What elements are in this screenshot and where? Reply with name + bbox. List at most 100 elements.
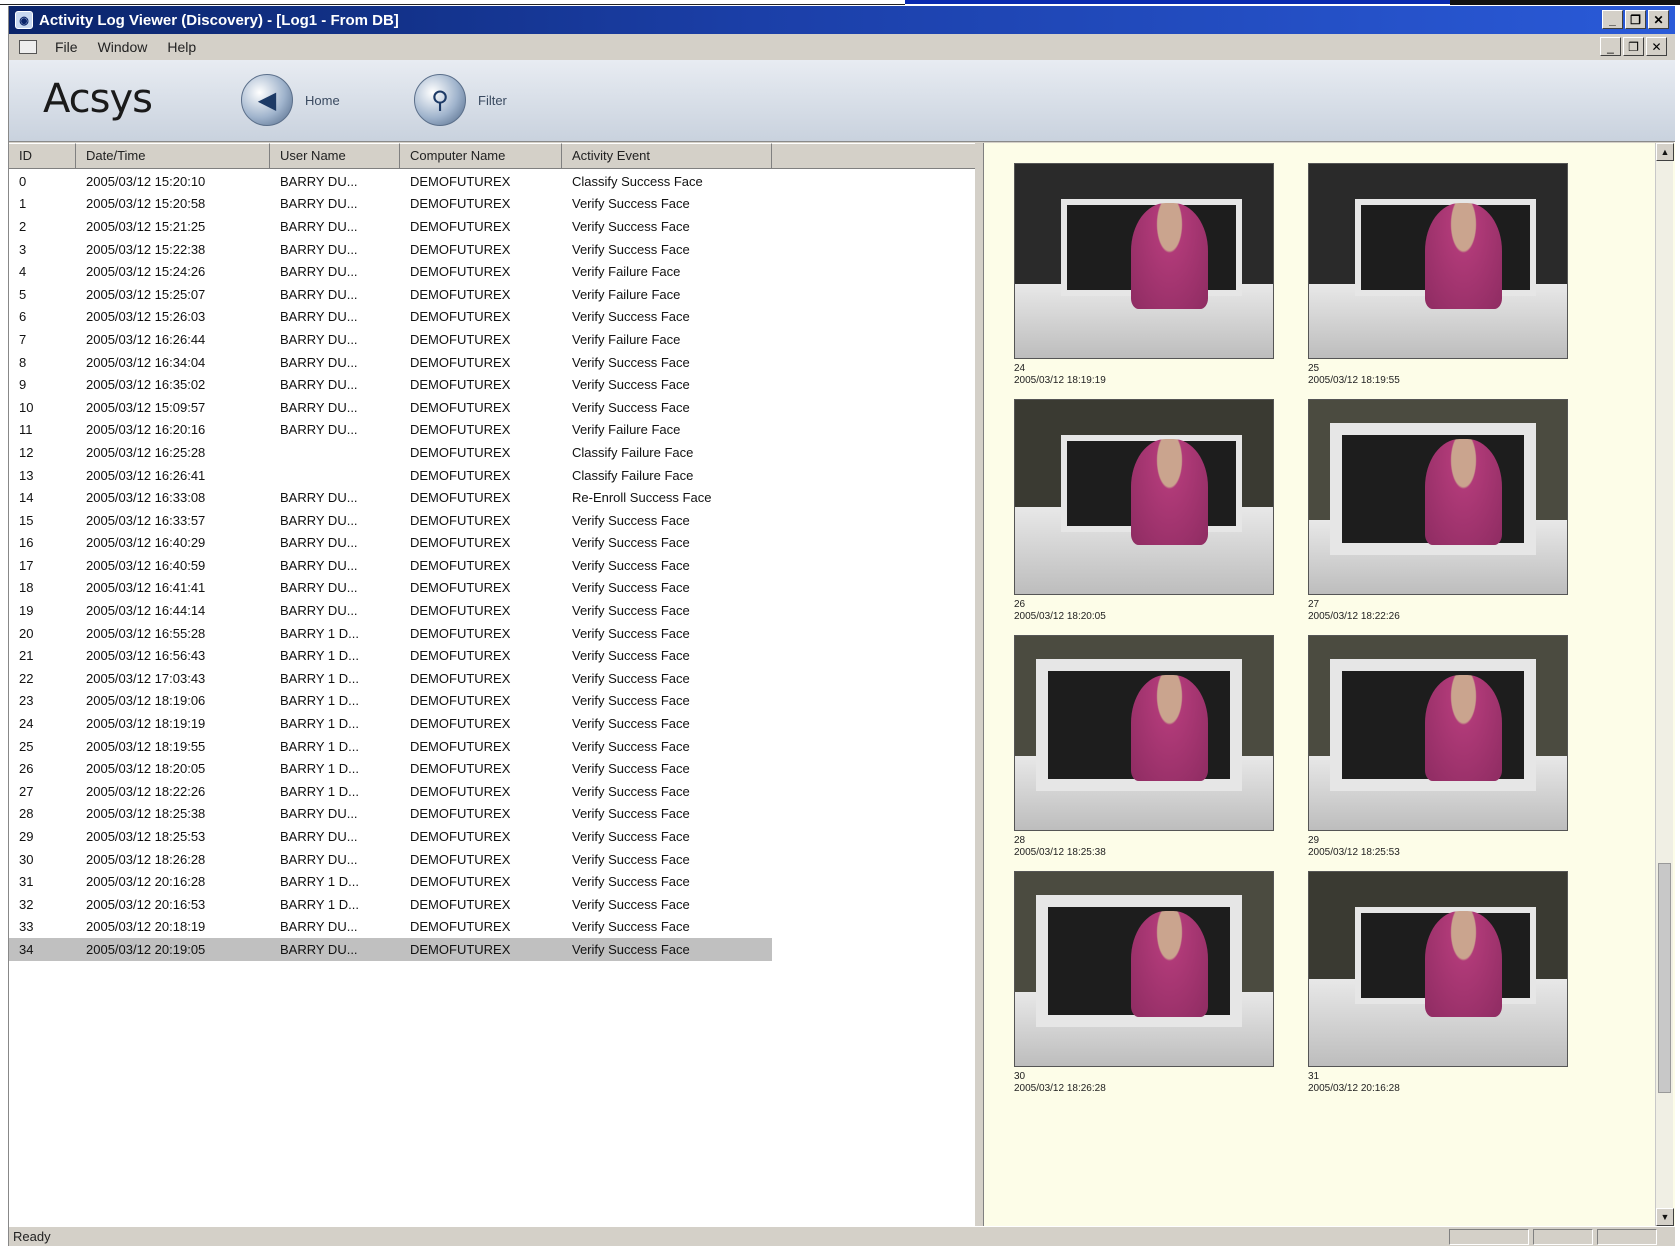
table-row[interactable]: 24 2005/03/12 18:19:19 BARRY 1 D... DEMOFUT… xyxy=(9,712,975,735)
activity-log-grid[interactable]: ID Date/Time User Name Computer Name Act… xyxy=(9,143,979,1226)
cell-username: BARRY DU... xyxy=(280,399,358,415)
close-button[interactable]: ✕ xyxy=(1648,10,1669,29)
cell-username: BARRY DU... xyxy=(280,557,358,573)
table-row[interactable]: 9 2005/03/12 16:35:02 BARRY DU... DEMOFUTUR… xyxy=(9,373,975,396)
face-thumbnail[interactable]: 28 2005/03/12 18:25:38 xyxy=(1014,635,1274,859)
cell-activityevent: Verify Success Face xyxy=(572,829,690,845)
table-row[interactable]: 33 2005/03/12 20:18:19 BARRY DU... DEMOFUTU… xyxy=(9,916,975,939)
face-thumbnail[interactable]: 29 2005/03/12 18:25:53 xyxy=(1308,635,1568,859)
cell-username: BARRY 1 D... xyxy=(280,670,359,686)
table-row[interactable]: 31 2005/03/12 20:16:28 BARRY 1 D... DEMOFUT… xyxy=(9,870,975,893)
table-row[interactable]: 11 2005/03/12 16:20:16 BARRY DU... DEMOFUTU… xyxy=(9,419,975,442)
column-header-computername[interactable]: Computer Name xyxy=(400,143,562,169)
cell-datetime: 2005/03/12 16:41:41 xyxy=(86,580,206,596)
cell-computername: DEMOFUTUREX xyxy=(410,309,511,325)
home-icon: ◀ xyxy=(241,74,293,126)
cell-username: BARRY DU... xyxy=(280,354,358,370)
table-row[interactable]: 23 2005/03/12 18:19:06 BARRY 1 D... DEMOFUT… xyxy=(9,690,975,713)
table-row[interactable]: 3 2005/03/12 15:22:38 BARRY DU... DEMOFUTUR… xyxy=(9,238,975,261)
table-row[interactable]: 10 2005/03/12 15:09:57 BARRY DU... DEMOFUTU… xyxy=(9,396,975,419)
menu-window[interactable]: Window xyxy=(88,39,158,55)
table-row[interactable]: 5 2005/03/12 15:25:07 BARRY DU... DEMOFUTUR… xyxy=(9,283,975,306)
table-row[interactable]: 7 2005/03/12 16:26:44 BARRY DU... DEMOFUTUR… xyxy=(9,328,975,351)
cell-username: BARRY DU... xyxy=(280,218,358,234)
table-row[interactable]: 30 2005/03/12 18:26:28 BARRY DU... DEMOFUTU… xyxy=(9,848,975,871)
table-row[interactable]: 12 2005/03/12 16:25:28 DEMOFUTUREX Classify… xyxy=(9,441,975,464)
cell-datetime: 2005/03/12 18:20:05 xyxy=(86,761,206,777)
cell-activityevent: Verify Success Face xyxy=(572,603,690,619)
cell-datetime: 2005/03/12 20:16:28 xyxy=(86,874,206,890)
scroll-thumb[interactable] xyxy=(1658,863,1671,1093)
face-thumbnail[interactable]: 27 2005/03/12 18:22:26 xyxy=(1308,399,1568,623)
thumbnail-caption: 31 2005/03/12 20:16:28 xyxy=(1308,1071,1568,1095)
table-row[interactable]: 0 2005/03/12 15:20:10 BARRY DU... DEMOFUTUR… xyxy=(9,170,975,193)
table-row[interactable]: 34 2005/03/12 20:19:05 BARRY DU... DEMOFUTU… xyxy=(9,938,772,961)
thumbnail-scrollbar[interactable]: ▲ ▼ xyxy=(1655,143,1674,1226)
table-row[interactable]: 22 2005/03/12 17:03:43 BARRY 1 D... DEMOFUT… xyxy=(9,667,975,690)
table-row[interactable]: 28 2005/03/12 18:25:38 BARRY DU... DEMOFUTU… xyxy=(9,803,975,826)
cell-username: BARRY 1 D... xyxy=(280,625,359,641)
column-header-id[interactable]: ID xyxy=(9,143,76,169)
table-row[interactable]: 6 2005/03/12 15:26:03 BARRY DU... DEMOFUTUR… xyxy=(9,306,975,329)
table-row[interactable]: 4 2005/03/12 15:24:26 BARRY DU... DEMOFUTUR… xyxy=(9,260,975,283)
cell-id: 12 xyxy=(19,444,34,460)
table-row[interactable]: 8 2005/03/12 16:34:04 BARRY DU... DEMOFUTUR… xyxy=(9,351,975,374)
column-header-filler xyxy=(772,143,975,169)
scroll-up-arrow-icon[interactable]: ▲ xyxy=(1656,143,1674,161)
title-bar[interactable]: ◉ Activity Log Viewer (Discovery) - [Log… xyxy=(9,6,1675,34)
cell-username: BARRY 1 D... xyxy=(280,761,359,777)
cell-datetime: 2005/03/12 16:44:14 xyxy=(86,603,206,619)
face-thumbnail[interactable]: 30 2005/03/12 18:26:28 xyxy=(1014,871,1274,1095)
document-icon[interactable] xyxy=(19,40,37,54)
table-row[interactable]: 1 2005/03/12 15:20:58 BARRY DU... DEMOFUTUR… xyxy=(9,193,975,216)
scroll-down-arrow-icon[interactable]: ▼ xyxy=(1656,1208,1674,1226)
child-minimize-button[interactable]: _ xyxy=(1600,37,1621,56)
face-thumbnail[interactable]: 25 2005/03/12 18:19:55 xyxy=(1308,163,1568,387)
cell-id: 2 xyxy=(19,218,27,234)
cell-id: 34 xyxy=(19,941,34,957)
face-thumbnail[interactable]: 26 2005/03/12 18:20:05 xyxy=(1014,399,1274,623)
face-thumbnail[interactable]: 31 2005/03/12 20:16:28 xyxy=(1308,871,1568,1095)
cell-computername: DEMOFUTUREX xyxy=(410,196,511,212)
face-thumbnail[interactable]: 24 2005/03/12 18:19:19 xyxy=(1014,163,1274,387)
cell-datetime: 2005/03/12 15:22:38 xyxy=(86,241,206,257)
table-row[interactable]: 18 2005/03/12 16:41:41 BARRY DU... DEMOFUTU… xyxy=(9,577,975,600)
column-header-username[interactable]: User Name xyxy=(270,143,400,169)
captured-face-photo xyxy=(1308,399,1568,595)
table-row[interactable]: 20 2005/03/12 16:55:28 BARRY 1 D... DEMOFUT… xyxy=(9,622,975,645)
table-row[interactable]: 29 2005/03/12 18:25:53 BARRY DU... DEMOFUTU… xyxy=(9,825,975,848)
cell-id: 4 xyxy=(19,264,27,280)
home-tool-button[interactable]: ◀ Home xyxy=(241,74,340,126)
table-row[interactable]: 14 2005/03/12 16:33:08 BARRY DU... DEMOFUTU… xyxy=(9,486,975,509)
table-row[interactable]: 27 2005/03/12 18:22:26 BARRY 1 D... DEMOFUT… xyxy=(9,780,975,803)
menu-file[interactable]: File xyxy=(45,39,88,55)
table-row[interactable]: 16 2005/03/12 16:40:29 BARRY DU... DEMOFUTU… xyxy=(9,532,975,555)
cell-activityevent: Verify Success Face xyxy=(572,648,690,664)
child-restore-button[interactable]: ❐ xyxy=(1623,37,1644,56)
table-row[interactable]: 19 2005/03/12 16:44:14 BARRY DU... DEMOFUTU… xyxy=(9,599,975,622)
table-row[interactable]: 2 2005/03/12 15:21:25 BARRY DU... DEMOFUTUR… xyxy=(9,215,975,238)
thumbnail-pane[interactable]: 24 2005/03/12 18:19:19 25 2005/03/12 18:19:… xyxy=(983,143,1675,1226)
table-row[interactable]: 32 2005/03/12 20:16:53 BARRY 1 D... DEMOFUT… xyxy=(9,893,975,916)
table-row[interactable]: 26 2005/03/12 18:20:05 BARRY 1 D... DEMOFUT… xyxy=(9,757,975,780)
filter-tool-button[interactable]: ⚲ Filter xyxy=(414,74,507,126)
table-row[interactable]: 15 2005/03/12 16:33:57 BARRY DU... DEMOFUTU… xyxy=(9,509,975,532)
cell-username: BARRY 1 D... xyxy=(280,648,359,664)
thumbnail-caption: 26 2005/03/12 18:20:05 xyxy=(1014,599,1274,623)
cell-computername: DEMOFUTUREX xyxy=(410,218,511,234)
column-header-activityevent[interactable]: Activity Event xyxy=(562,143,772,169)
column-header-datetime[interactable]: Date/Time xyxy=(76,143,270,169)
cell-activityevent: Verify Success Face xyxy=(572,896,690,912)
restore-button[interactable]: ❐ xyxy=(1625,10,1646,29)
cell-activityevent: Verify Failure Face xyxy=(572,286,681,302)
child-close-button[interactable]: ✕ xyxy=(1646,37,1667,56)
cell-activityevent: Verify Failure Face xyxy=(572,331,681,347)
cell-activityevent: Verify Success Face xyxy=(572,512,690,528)
table-row[interactable]: 17 2005/03/12 16:40:59 BARRY DU... DEMOFUTU… xyxy=(9,554,975,577)
table-row[interactable]: 25 2005/03/12 18:19:55 BARRY 1 D... DEMOFUT… xyxy=(9,735,975,758)
cell-activityevent: Verify Success Face xyxy=(572,851,690,867)
minimize-button[interactable]: _ xyxy=(1602,10,1623,29)
table-row[interactable]: 21 2005/03/12 16:56:43 BARRY 1 D... DEMOFUT… xyxy=(9,644,975,667)
menu-help[interactable]: Help xyxy=(157,39,206,55)
table-row[interactable]: 13 2005/03/12 16:26:41 DEMOFUTUREX Classify… xyxy=(9,464,975,487)
